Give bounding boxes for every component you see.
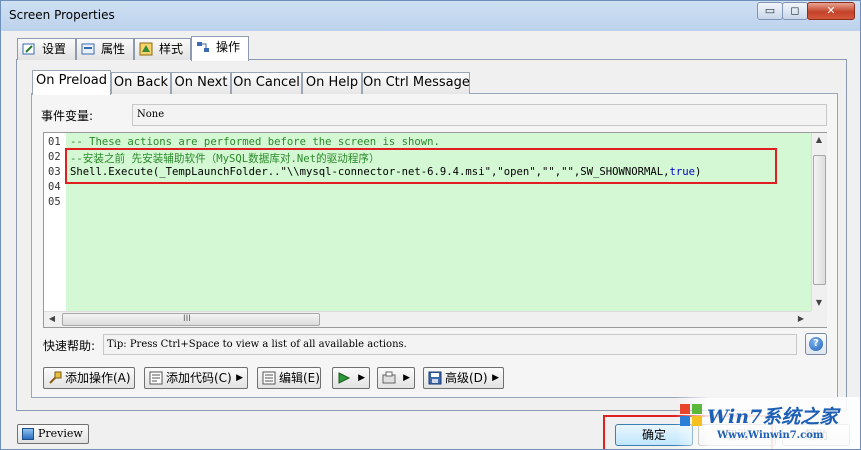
tab-actions[interactable]: 操作 xyxy=(191,36,249,61)
action-options-button[interactable]: ▶ xyxy=(377,367,415,389)
vertical-scrollbar[interactable]: ▲ ▼ xyxy=(811,133,827,311)
watermark-url: Www.Winwin7.com xyxy=(717,430,824,441)
tab-on-help[interactable]: On Help xyxy=(302,72,362,94)
tab-on-cancel[interactable]: On Cancel xyxy=(231,72,302,94)
scroll-right-icon[interactable]: ▶ xyxy=(794,312,808,326)
edit-button[interactable]: 编辑(E) xyxy=(257,367,321,389)
maximize-button[interactable]: ◻ xyxy=(782,2,808,20)
vertical-scroll-thumb[interactable] xyxy=(813,155,826,285)
code-keyword: true xyxy=(669,166,696,178)
add-code-button[interactable]: 添加代码(C) ▶ xyxy=(144,367,248,389)
code-line: -- These actions are performed before th… xyxy=(70,136,440,148)
line-number-gutter: 01 02 03 04 05 xyxy=(44,133,66,311)
add-code-icon xyxy=(149,371,163,385)
save-disk-icon xyxy=(428,371,442,385)
run-icon xyxy=(338,372,351,384)
settings-icon xyxy=(22,43,35,55)
code-line: Shell.Execute(_TempLaunchFolder.."\\mysq… xyxy=(70,166,702,178)
dropdown-arrow-icon: ▶ xyxy=(492,373,499,383)
add-action-button[interactable]: 添加操作(A) xyxy=(43,367,135,389)
properties-icon xyxy=(81,43,95,55)
minimize-icon: ▭ xyxy=(764,4,776,17)
run-action-button[interactable]: ▶ xyxy=(332,367,370,389)
screen-properties-window: Screen Properties ▭ ◻ ✕ 设置 属性 样式 操作 On P… xyxy=(0,0,861,450)
maximize-icon: ◻ xyxy=(790,4,800,17)
preview-button[interactable]: Preview xyxy=(17,424,89,444)
actions-icon xyxy=(197,42,209,52)
scrollbar-corner xyxy=(811,311,827,327)
tab-on-back[interactable]: On Back xyxy=(111,72,171,94)
line-number: 03 xyxy=(48,166,61,178)
event-variable-field[interactable]: None xyxy=(132,104,827,126)
tab-settings[interactable]: 设置 xyxy=(17,38,76,60)
code-line: --安装之前 先安装辅助软件（MySQL数据库对.Net的驱动程序） xyxy=(70,153,380,165)
line-number: 02 xyxy=(48,151,61,163)
code-text-area[interactable]: -- These actions are performed before th… xyxy=(66,133,811,311)
dropdown-arrow-icon: ▶ xyxy=(403,373,410,383)
tab-style[interactable]: 样式 xyxy=(134,38,191,60)
scroll-left-icon[interactable]: ◀ xyxy=(45,312,59,326)
options-icon xyxy=(382,371,396,384)
title-bar[interactable]: Screen Properties ▭ ◻ ✕ xyxy=(1,1,860,31)
tab-on-preload[interactable]: On Preload xyxy=(32,70,111,95)
line-number: 04 xyxy=(48,181,61,193)
scroll-down-icon[interactable]: ▼ xyxy=(812,296,826,310)
horizontal-scrollbar[interactable]: ◀ III ▶ xyxy=(44,311,811,327)
event-variable-label: 事件变量: xyxy=(41,109,94,123)
edit-icon xyxy=(262,371,276,385)
close-button[interactable]: ✕ xyxy=(807,2,855,20)
style-icon xyxy=(139,42,153,56)
scroll-grip-icon: III xyxy=(183,314,191,324)
scroll-up-icon[interactable]: ▲ xyxy=(812,133,826,147)
horizontal-scroll-thumb[interactable]: III xyxy=(62,313,320,326)
line-number: 05 xyxy=(48,196,61,208)
watermark: Win7系统之家 Www.Winwin7.com xyxy=(675,397,860,449)
add-action-icon xyxy=(49,371,62,384)
quick-help-label: 快速帮助: xyxy=(43,339,96,353)
help-icon: ? xyxy=(809,337,823,351)
advanced-button[interactable]: 高级(D) ▶ xyxy=(423,367,504,389)
watermark-brand: Win7系统之家 xyxy=(707,406,839,428)
window-title: Screen Properties xyxy=(9,8,115,22)
dropdown-arrow-icon: ▶ xyxy=(358,373,365,383)
close-icon: ✕ xyxy=(826,4,836,17)
line-number: 01 xyxy=(48,136,61,148)
quick-help-button[interactable]: ? xyxy=(805,333,827,355)
tab-on-next[interactable]: On Next xyxy=(171,72,231,94)
quick-help-field: Tip: Press Ctrl+Space to view a list of … xyxy=(103,334,797,355)
windows-logo-icon xyxy=(680,404,702,426)
dropdown-arrow-icon: ▶ xyxy=(236,373,243,383)
tab-properties[interactable]: 属性 xyxy=(76,38,134,60)
preview-icon xyxy=(22,428,34,440)
minimize-button[interactable]: ▭ xyxy=(757,2,783,20)
tab-on-ctrl-message[interactable]: On Ctrl Message xyxy=(362,72,470,94)
script-editor[interactable]: 01 02 03 04 05 -- These actions are perf… xyxy=(43,132,827,328)
